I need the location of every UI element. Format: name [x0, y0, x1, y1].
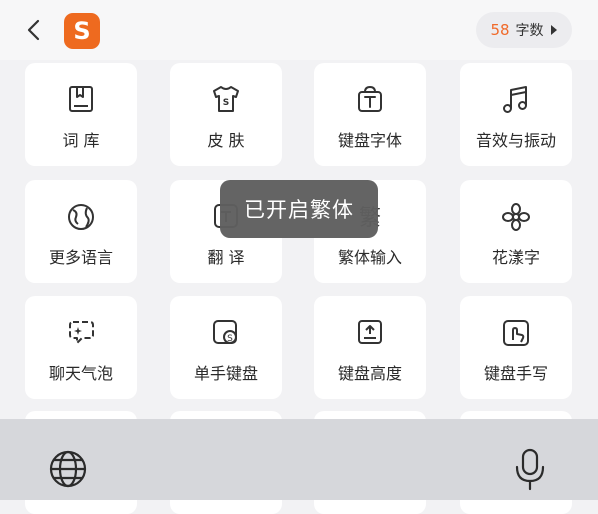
dictionary-icon — [69, 86, 93, 112]
grid-item-keyboard-font[interactable]: 键盘字体 — [314, 63, 426, 166]
flower-icon — [502, 203, 530, 231]
word-count-label: 字数 — [515, 23, 544, 39]
keyboard-bottom-bar — [0, 419, 598, 500]
grid-item-label: 音效与振动 — [475, 131, 556, 150]
grid-item-label: 翻 译 — [207, 248, 245, 267]
grid-item-label: 单手键盘 — [193, 364, 258, 383]
tshirt-icon: S — [213, 86, 239, 112]
grid-item-more-languages[interactable]: 更多语言 — [25, 180, 137, 283]
grid-item-label: 更多语言 — [48, 248, 113, 267]
back-icon[interactable] — [18, 14, 50, 46]
grid-item-sound-vibration[interactable]: 音效与振动 — [460, 63, 572, 166]
top-bar: S 58 字数 — [0, 0, 598, 60]
chevron-right-icon — [550, 25, 557, 35]
grid-item-keyboard-height[interactable]: 键盘高度 — [314, 296, 426, 399]
grid-item-label: 繁体输入 — [337, 248, 402, 267]
sogou-logo-icon: S — [64, 13, 100, 49]
word-count-button[interactable]: 58 字数 — [476, 12, 572, 48]
globe-icon — [68, 204, 94, 230]
grid-item-handwriting[interactable]: 键盘手写 — [460, 296, 572, 399]
grid-item-label: 词 库 — [62, 131, 100, 150]
grid-item-skin[interactable]: S 皮 肤 — [170, 63, 282, 166]
music-note-icon — [503, 86, 527, 113]
toast-message: 已开启繁体 — [220, 180, 378, 238]
grid-item-dictionary[interactable]: 词 库 — [25, 63, 137, 166]
one-hand-keyboard-icon: S — [213, 320, 237, 344]
svg-text:S: S — [227, 334, 233, 344]
globe-icon[interactable] — [48, 449, 88, 489]
svg-text:S: S — [73, 17, 90, 45]
microphone-icon[interactable] — [512, 447, 548, 493]
keyboard-height-icon — [358, 320, 382, 344]
handwriting-icon — [503, 320, 529, 346]
font-bag-icon — [358, 85, 382, 112]
grid-item-label: 键盘手写 — [483, 364, 548, 383]
grid-item-chat-bubble[interactable]: 聊天气泡 — [25, 296, 137, 399]
grid-item-label: 皮 肤 — [207, 131, 245, 150]
chat-bubble-icon — [69, 321, 94, 344]
grid-item-label: 键盘高度 — [337, 364, 402, 383]
grid-item-label: 花漾字 — [491, 248, 540, 267]
svg-text:S: S — [223, 98, 229, 108]
grid-item-flower-text[interactable]: 花漾字 — [460, 180, 572, 283]
grid-item-one-hand-keyboard[interactable]: S 单手键盘 — [170, 296, 282, 399]
word-count-value: 58 — [490, 21, 510, 39]
grid-item-label: 键盘字体 — [337, 131, 402, 150]
grid-item-label: 聊天气泡 — [48, 364, 113, 383]
